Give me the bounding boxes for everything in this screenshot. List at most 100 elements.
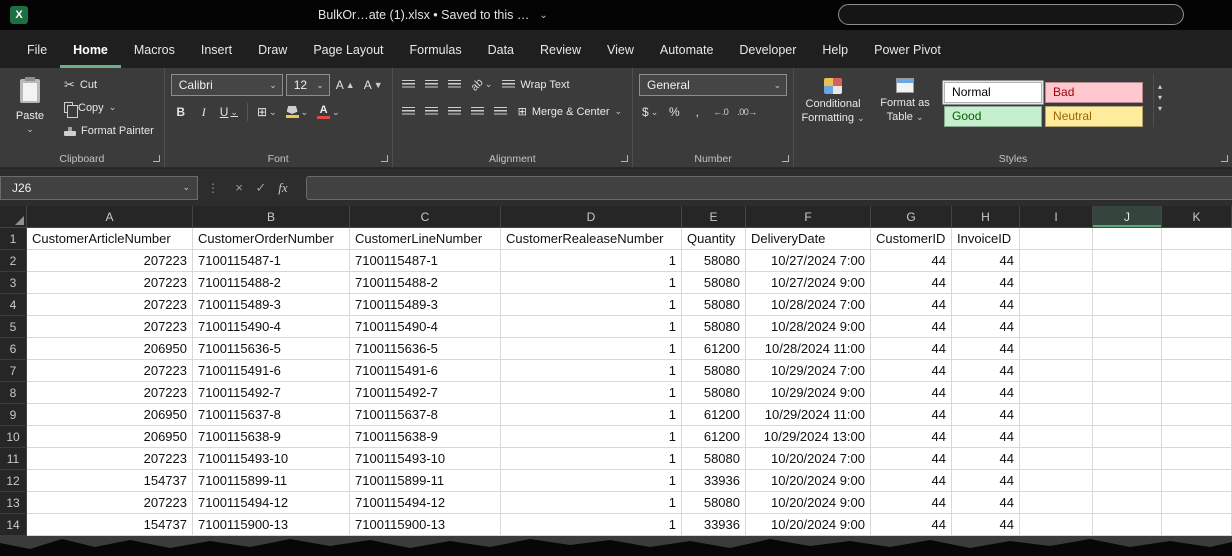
column-header-I[interactable]: I: [1020, 206, 1093, 228]
cell-B14[interactable]: 7100115900-13: [193, 514, 350, 536]
cell-J13[interactable]: [1093, 492, 1162, 514]
cell-J12[interactable]: [1093, 470, 1162, 492]
cell-H1[interactable]: InvoiceID: [952, 228, 1020, 250]
align-left-button[interactable]: [399, 102, 419, 122]
column-header-C[interactable]: C: [350, 206, 501, 228]
cell-J6[interactable]: [1093, 338, 1162, 360]
cell-I10[interactable]: [1020, 426, 1093, 448]
cell-K13[interactable]: [1162, 492, 1232, 514]
cell-A14[interactable]: 154737: [27, 514, 193, 536]
fill-color-button[interactable]: ⌄: [283, 102, 312, 122]
cell-A13[interactable]: 207223: [27, 492, 193, 514]
row-header-12[interactable]: 12: [0, 470, 27, 492]
tab-file[interactable]: File: [14, 34, 60, 68]
decrease-decimal-button[interactable]: .00→: [734, 102, 760, 122]
cell-C9[interactable]: 7100115637-8: [350, 404, 501, 426]
cell-E1[interactable]: Quantity: [682, 228, 746, 250]
cell-B2[interactable]: 7100115487-1: [193, 250, 350, 272]
cell-H4[interactable]: 44: [952, 294, 1020, 316]
percent-style-button[interactable]: %: [664, 102, 684, 122]
cell-J7[interactable]: [1093, 360, 1162, 382]
insert-function-button[interactable]: fx: [272, 180, 294, 196]
tab-automate[interactable]: Automate: [647, 34, 727, 68]
cell-C4[interactable]: 7100115489-3: [350, 294, 501, 316]
cell-K8[interactable]: [1162, 382, 1232, 404]
row-header-3[interactable]: 3: [0, 272, 27, 294]
font-dialog-launcher-icon[interactable]: [381, 155, 388, 162]
cell-G4[interactable]: 44: [871, 294, 952, 316]
cell-D11[interactable]: 1: [501, 448, 682, 470]
cell-I6[interactable]: [1020, 338, 1093, 360]
cell-H8[interactable]: 44: [952, 382, 1020, 404]
format-as-table-button[interactable]: Format as Table ⌄: [872, 74, 938, 127]
cell-A7[interactable]: 207223: [27, 360, 193, 382]
column-header-D[interactable]: D: [501, 206, 682, 228]
middle-align-button[interactable]: [422, 75, 442, 95]
cell-D4[interactable]: 1: [501, 294, 682, 316]
cell-I7[interactable]: [1020, 360, 1093, 382]
cell-K6[interactable]: [1162, 338, 1232, 360]
tab-help[interactable]: Help: [809, 34, 861, 68]
column-header-E[interactable]: E: [682, 206, 746, 228]
cell-D14[interactable]: 1: [501, 514, 682, 536]
cell-C11[interactable]: 7100115493-10: [350, 448, 501, 470]
alignment-dialog-launcher-icon[interactable]: [621, 155, 628, 162]
row-header-13[interactable]: 13: [0, 492, 27, 514]
cell-J11[interactable]: [1093, 448, 1162, 470]
cell-D9[interactable]: 1: [501, 404, 682, 426]
cell-A2[interactable]: 207223: [27, 250, 193, 272]
cell-F7[interactable]: 10/29/2024 7:00: [746, 360, 871, 382]
cell-K3[interactable]: [1162, 272, 1232, 294]
cell-K14[interactable]: [1162, 514, 1232, 536]
cell-H11[interactable]: 44: [952, 448, 1020, 470]
cell-H9[interactable]: 44: [952, 404, 1020, 426]
cell-I3[interactable]: [1020, 272, 1093, 294]
cell-H14[interactable]: 44: [952, 514, 1020, 536]
cell-A4[interactable]: 207223: [27, 294, 193, 316]
column-header-B[interactable]: B: [193, 206, 350, 228]
cell-G12[interactable]: 44: [871, 470, 952, 492]
cell-G1[interactable]: CustomerID: [871, 228, 952, 250]
increase-decimal-button[interactable]: ←.0: [710, 102, 731, 122]
align-center-button[interactable]: [422, 102, 442, 122]
number-dialog-launcher-icon[interactable]: [782, 155, 789, 162]
cell-I1[interactable]: [1020, 228, 1093, 250]
cell-E9[interactable]: 61200: [682, 404, 746, 426]
tab-home[interactable]: Home: [60, 34, 121, 68]
row-header-1[interactable]: 1: [0, 228, 27, 250]
cell-G10[interactable]: 44: [871, 426, 952, 448]
cell-E12[interactable]: 33936: [682, 470, 746, 492]
cell-C2[interactable]: 7100115487-1: [350, 250, 501, 272]
cell-C1[interactable]: CustomerLineNumber: [350, 228, 501, 250]
cell-J10[interactable]: [1093, 426, 1162, 448]
cell-J5[interactable]: [1093, 316, 1162, 338]
comma-style-button[interactable]: ,: [687, 102, 707, 122]
bold-button[interactable]: B: [171, 102, 191, 122]
cell-G7[interactable]: 44: [871, 360, 952, 382]
tab-view[interactable]: View: [594, 34, 647, 68]
cell-H13[interactable]: 44: [952, 492, 1020, 514]
column-header-A[interactable]: A: [27, 206, 193, 228]
cell-I8[interactable]: [1020, 382, 1093, 404]
cell-style-neutral[interactable]: Neutral: [1045, 106, 1143, 127]
cut-button[interactable]: ✂ Cut: [60, 74, 158, 95]
cell-A3[interactable]: 207223: [27, 272, 193, 294]
format-painter-button[interactable]: Format Painter: [60, 120, 158, 141]
font-name-select[interactable]: Calibri ⌄: [171, 74, 283, 96]
cell-F11[interactable]: 10/20/2024 7:00: [746, 448, 871, 470]
search-box[interactable]: [838, 4, 1184, 25]
cell-K2[interactable]: [1162, 250, 1232, 272]
clipboard-dialog-launcher-icon[interactable]: [153, 155, 160, 162]
cell-G13[interactable]: 44: [871, 492, 952, 514]
cell-B1[interactable]: CustomerOrderNumber: [193, 228, 350, 250]
cell-J9[interactable]: [1093, 404, 1162, 426]
cell-J1[interactable]: [1093, 228, 1162, 250]
cell-D7[interactable]: 1: [501, 360, 682, 382]
cell-K11[interactable]: [1162, 448, 1232, 470]
tab-developer[interactable]: Developer: [726, 34, 809, 68]
tab-power-pivot[interactable]: Power Pivot: [861, 34, 954, 68]
cell-H3[interactable]: 44: [952, 272, 1020, 294]
cell-B3[interactable]: 7100115488-2: [193, 272, 350, 294]
cell-D5[interactable]: 1: [501, 316, 682, 338]
merge-center-button[interactable]: ⊞ Merge & Center ⌄: [514, 101, 626, 122]
